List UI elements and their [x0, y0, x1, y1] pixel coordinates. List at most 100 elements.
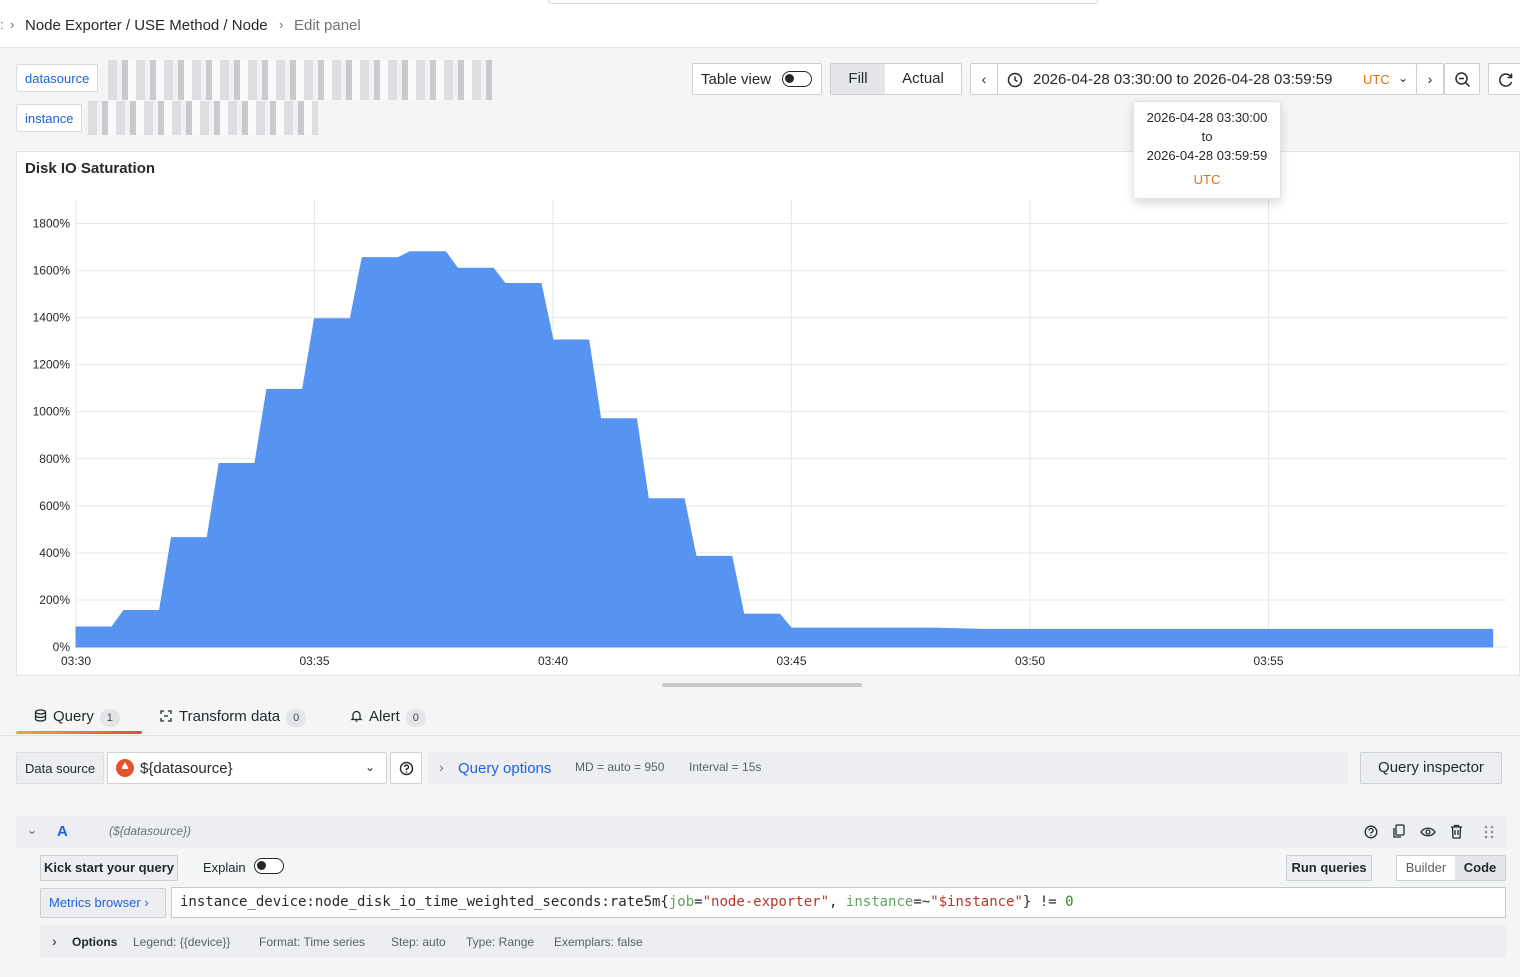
x-tick-label: 03:35 — [299, 654, 329, 668]
query-inspector-button[interactable]: Query inspector — [1360, 752, 1502, 784]
x-tick-label: 03:55 — [1253, 654, 1283, 668]
expr-label-key: instance — [845, 894, 914, 910]
refresh-icon — [1499, 73, 1513, 87]
kick-start-query-button[interactable]: Kick start your query — [40, 855, 178, 881]
clock-icon — [1007, 72, 1023, 88]
tab-label: Alert — [369, 708, 400, 725]
chevron-down-icon[interactable]: ⌄ — [27, 823, 37, 837]
time-back-button[interactable]: ‹ — [970, 63, 998, 95]
variable-instance-select[interactable] — [88, 101, 318, 135]
table-view-toggle[interactable]: Table view — [692, 63, 822, 95]
panel-chart: Disk IO Saturation 0% 200% 400% 600% 800% 100… — [16, 151, 1520, 676]
refresh-button[interactable] — [1488, 63, 1520, 95]
breadcrumb-current: Edit panel — [294, 17, 361, 34]
query-code-editor[interactable]: instance_device:node_disk_io_time_weight… — [171, 887, 1506, 918]
drag-handle-icon[interactable] — [1484, 825, 1494, 839]
time-range-picker[interactable]: 2026-04-28 03:30:00 to 2026-04-28 03:59:… — [997, 63, 1417, 95]
breadcrumb-dashboard[interactable]: Node Exporter / USE Method / Node — [25, 17, 268, 34]
tab-alert[interactable]: Alert 0 — [350, 708, 426, 727]
builder-mode-button[interactable]: Builder — [1397, 856, 1455, 880]
tab-count-badge: 0 — [405, 709, 426, 727]
fill-button[interactable]: Fill — [831, 64, 885, 94]
expr-label-value: "node-exporter" — [702, 894, 830, 910]
duplicate-icon[interactable] — [1392, 824, 1406, 839]
tab-transform-data[interactable]: Transform data 0 — [159, 708, 307, 727]
fill-actual-group: Fill Actual — [830, 63, 962, 95]
toggle-switch[interactable] — [782, 71, 812, 87]
x-tick-label: 03:40 — [538, 654, 568, 668]
timezone-label: UTC — [1363, 72, 1390, 87]
tooltip-from: 2026-04-28 03:30:00 — [1146, 110, 1268, 125]
chevron-right-icon: › — [279, 17, 284, 32]
table-view-label: Table view — [701, 71, 772, 88]
time-range-tooltip: 2026-04-28 03:30:00 to 2026-04-28 03:59:… — [1133, 101, 1281, 199]
active-tab-indicator — [16, 731, 142, 734]
eye-icon[interactable] — [1420, 825, 1436, 839]
expr-close: } != — [1022, 894, 1066, 910]
tab-label: Query — [53, 708, 94, 725]
explain-toggle[interactable] — [254, 858, 284, 874]
variable-datasource-select[interactable] — [108, 60, 493, 100]
run-queries-button[interactable]: Run queries — [1286, 855, 1372, 881]
chevron-right-icon: › — [1427, 71, 1433, 87]
query-row-a: ⌄ A (${datasource}) — [16, 816, 1506, 848]
option-exemplars: Exemplars: false — [554, 935, 643, 949]
explain-label: Explain — [203, 860, 246, 875]
y-tick-label: 600% — [39, 499, 70, 513]
tooltip-to-word: to — [1201, 129, 1213, 144]
x-tick-label: 03:45 — [776, 654, 806, 668]
transform-icon — [160, 710, 172, 722]
chevron-left-icon: ‹ — [981, 71, 987, 87]
search-input[interactable] — [548, 0, 1098, 4]
editor-tabs: Query 1 Transform data 0 Alert 0 — [0, 698, 1520, 736]
chevron-right-icon: › — [52, 933, 57, 949]
y-tick-label: 200% — [39, 593, 70, 607]
y-tick-label: 1000% — [33, 405, 71, 419]
time-forward-button[interactable]: › — [1416, 63, 1444, 95]
expr-separator: , — [829, 894, 846, 910]
data-source-help-button[interactable] — [390, 752, 422, 784]
option-legend: Legend: {{device}} — [133, 935, 231, 949]
option-format: Format: Time series — [259, 935, 366, 949]
chevron-right-icon: : — [0, 17, 4, 32]
x-tick-label: 03:50 — [1015, 654, 1045, 668]
query-options-bar: › Query options MD = auto = 950 Interval… — [428, 752, 1348, 784]
expr-operator: =~ — [913, 894, 931, 910]
expr-label-value: "$instance" — [930, 894, 1023, 910]
chevron-right-icon: › — [10, 17, 15, 32]
query-options-toggle[interactable]: Query options — [458, 760, 551, 777]
help-icon[interactable] — [1364, 825, 1378, 839]
query-options-row[interactable]: › Options Legend: {{device}} Format: Tim… — [40, 925, 1506, 957]
expr-operator: = — [694, 894, 703, 910]
time-range-text: 2026-04-28 03:30:00 to 2026-04-28 03:59:… — [1033, 71, 1333, 88]
option-step: Step: auto — [391, 935, 446, 949]
metrics-browser-button[interactable]: Metrics browser › — [40, 888, 166, 918]
md-info: MD = auto = 950 — [575, 760, 665, 774]
data-source-label: Data source — [16, 752, 105, 784]
expr-number: 0 — [1065, 894, 1074, 910]
zoom-out-icon — [1455, 72, 1471, 88]
code-mode-button[interactable]: Code — [1455, 856, 1505, 880]
tab-count-badge: 1 — [99, 709, 120, 727]
tab-query[interactable]: Query 1 — [34, 708, 120, 727]
y-tick-label: 1200% — [33, 358, 71, 372]
option-type: Type: Range — [466, 935, 535, 949]
chevron-down-icon: ⌄ — [1398, 71, 1409, 85]
tab-count-badge: 0 — [286, 709, 307, 727]
query-ref-id[interactable]: A — [57, 823, 68, 840]
y-tick-label: 1800% — [33, 217, 71, 231]
data-source-select[interactable]: ${datasource} ⌄ — [107, 752, 387, 784]
tooltip-timezone: UTC — [1193, 172, 1221, 187]
y-tick-label: 400% — [39, 546, 70, 560]
panel-resize-handle[interactable] — [662, 683, 862, 687]
chevron-right-icon: › — [439, 759, 444, 775]
chart-area[interactable]: 0% 200% 400% 600% 800% 1000% 1200% 1400% 1600% 18… — [17, 152, 1519, 675]
zoom-out-button[interactable] — [1444, 63, 1480, 95]
trash-icon[interactable] — [1450, 824, 1463, 839]
bell-icon — [350, 710, 363, 722]
interval-info: Interval = 15s — [689, 760, 762, 774]
y-tick-label: 1400% — [33, 311, 71, 325]
builder-code-switch: Builder Code — [1396, 855, 1506, 881]
actual-button[interactable]: Actual — [885, 64, 961, 94]
prometheus-icon — [116, 759, 134, 777]
